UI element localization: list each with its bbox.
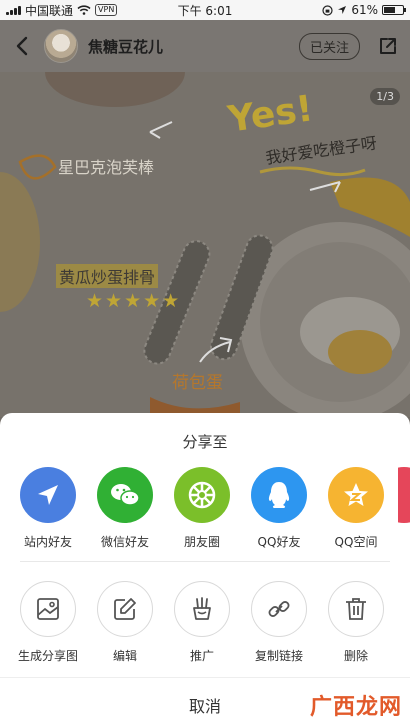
action-circle (251, 581, 307, 637)
share-sheet-title: 分享至 (182, 433, 228, 451)
action-promote[interactable]: 推广 (167, 581, 237, 664)
battery-icon (382, 5, 406, 15)
page-indicator: 1/3 (370, 88, 400, 105)
action-label: 复制链接 (254, 649, 303, 663)
battery-level (384, 7, 395, 13)
action-circle (20, 581, 76, 637)
post-photo[interactable]: 1/3 Yes! 星巴克泡芙棒 我好爱吃橙子呀 黄瓜炒蛋排骨 ★★★★★ 荷包蛋 (0, 72, 410, 417)
send-icon (38, 485, 58, 505)
share-icon (380, 38, 396, 54)
vpn-badge: VPN (95, 4, 118, 16)
lock-rotation-icon (322, 4, 333, 16)
status-bar: 中国联通 VPN 下午 6:01 61% (0, 0, 410, 20)
status-right: 61% (322, 3, 406, 17)
doodle-bottom: 荷包蛋 (172, 373, 223, 393)
action-copy-link[interactable]: 复制链接 (244, 581, 314, 664)
share-target-circle (328, 467, 384, 523)
share-divider (20, 561, 390, 562)
wifi-icon (77, 5, 91, 15)
chevron-left-icon (16, 36, 28, 56)
moments-icon (188, 481, 216, 509)
share-target-circle (97, 467, 153, 523)
signal-icon (6, 5, 21, 15)
edit-icon (114, 598, 136, 620)
share-target-label: 微信好友 (100, 535, 149, 549)
share-target-circle (174, 467, 230, 523)
action-label: 编辑 (112, 649, 137, 663)
link-icon (268, 601, 290, 617)
avatar[interactable] (44, 29, 78, 63)
doodle-middle: 黄瓜炒蛋排骨 (56, 264, 159, 288)
wechat-icon (111, 484, 140, 506)
food-photo (0, 72, 410, 417)
doodle-left-top: 星巴克泡芙棒 (58, 158, 155, 177)
share-target-site-friend[interactable]: 站内好友 (13, 467, 83, 550)
share-target-qq[interactable]: QQ好友 (244, 467, 314, 550)
share-sheet: 分享至 站内好友 微信好友 朋友圈 QQ好友 QQ空间 生成分享图 编辑 推广 … (0, 413, 410, 727)
qq-icon (268, 482, 290, 508)
nav-bar: 焦糖豆花儿 已关注 (0, 20, 410, 72)
location-icon (338, 6, 347, 14)
action-label: 推广 (189, 649, 214, 663)
image-icon (37, 598, 59, 620)
battery-percent: 61% (351, 3, 378, 17)
share-target-qzone[interactable]: QQ空间 (321, 467, 391, 550)
action-generate-share-image[interactable]: 生成分享图 (13, 581, 83, 664)
status-left: 中国联通 VPN (6, 2, 118, 19)
action-edit[interactable]: 编辑 (90, 581, 160, 664)
cancel-divider (0, 677, 410, 678)
action-label: 删除 (343, 649, 368, 663)
carrier-name: 中国联通 (25, 3, 74, 18)
share-target-label: 站内好友 (23, 535, 72, 549)
share-target-label: QQ空间 (334, 535, 378, 549)
username[interactable]: 焦糖豆花儿 (88, 36, 163, 57)
promote-icon (193, 597, 211, 620)
action-circle (328, 581, 384, 637)
share-target-moments[interactable]: 朋友圈 (167, 467, 237, 550)
trash-icon (346, 598, 366, 620)
share-target-circle (251, 467, 307, 523)
share-target-wechat[interactable]: 微信好友 (90, 467, 160, 550)
action-circle (97, 581, 153, 637)
action-circle (174, 581, 230, 637)
action-label: 生成分享图 (17, 649, 78, 663)
share-target-circle (398, 467, 410, 523)
share-button[interactable] (376, 34, 400, 58)
doodle-stars: ★★★★★ (86, 290, 182, 312)
watermark: 广西龙网 (309, 695, 402, 720)
action-delete[interactable]: 删除 (321, 581, 391, 664)
share-target-label: 朋友圈 (183, 535, 220, 549)
share-target-circle (20, 467, 76, 523)
share-target-more[interactable] (398, 467, 410, 523)
share-target-label: QQ好友 (257, 535, 301, 549)
follow-button[interactable]: 已关注 (298, 32, 360, 60)
qzone-icon (344, 483, 368, 506)
back-button[interactable] (10, 34, 34, 58)
